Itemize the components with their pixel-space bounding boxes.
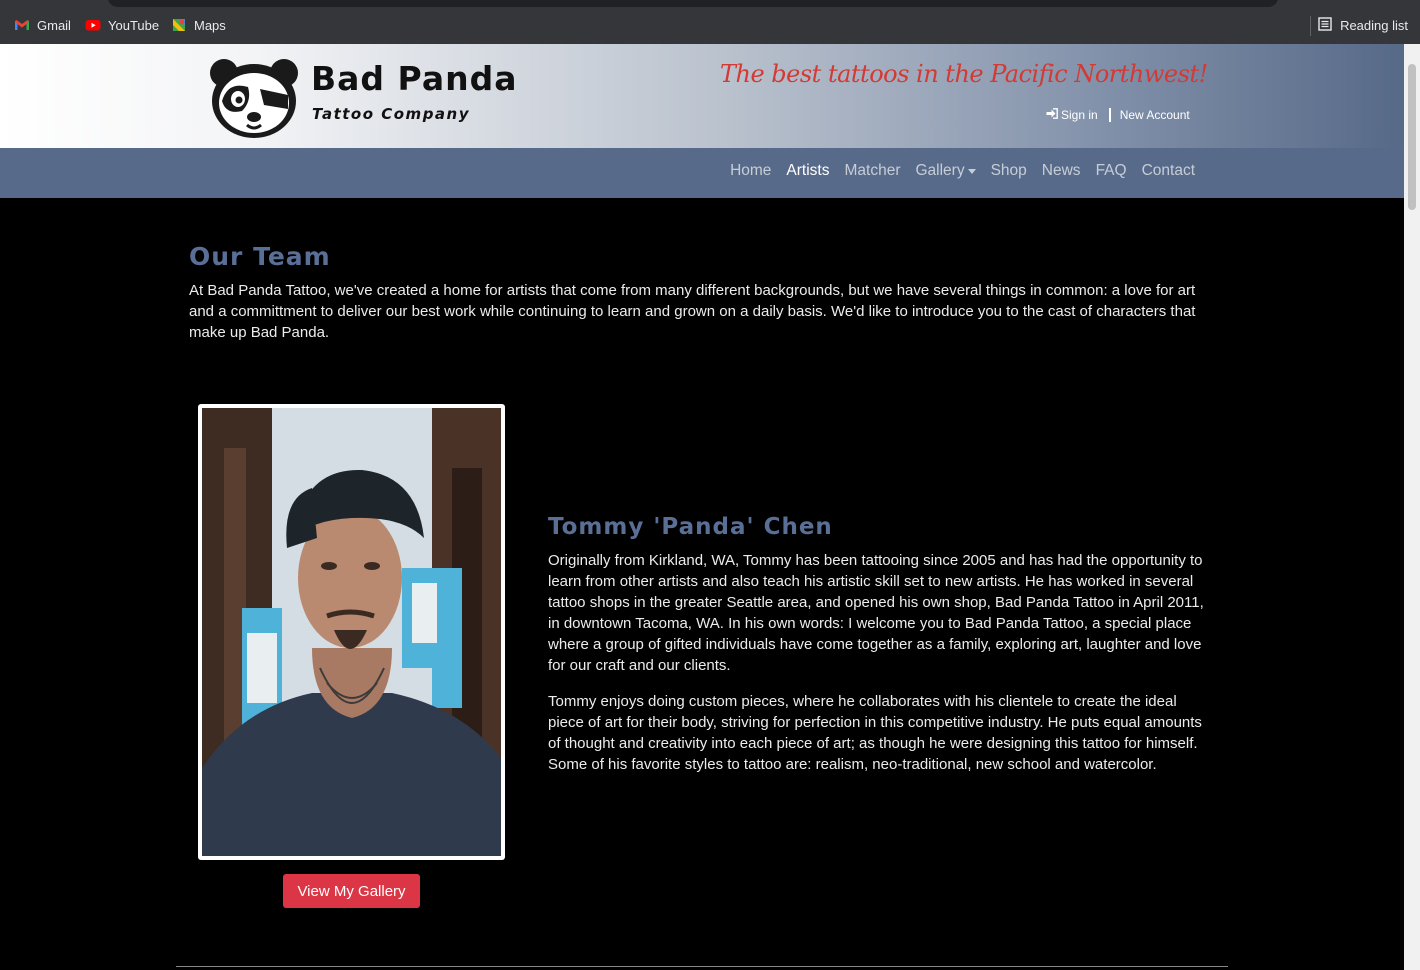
new-account-link[interactable]: New Account [1120,108,1190,122]
nav-menu: Home Artists Matcher Gallery Shop News F… [730,162,1195,180]
nav-artists[interactable]: Artists [786,162,829,180]
browser-tab-strip [0,0,1420,8]
maps-icon [171,17,187,33]
reading-list-button[interactable]: Reading list [1318,17,1408,34]
bookmark-youtube[interactable]: YouTube [85,17,159,33]
nav-news[interactable]: News [1042,162,1081,180]
bookmarks-bar: Gmail YouTube Maps Reading list [0,8,1420,44]
bookmarks-divider [1310,16,1311,36]
bookmark-label: Gmail [37,17,71,33]
page-title: Our Team [189,242,331,271]
account-links: Sign in New Account [1046,108,1190,122]
artist-name: Tommy 'Panda' Chen [548,514,833,540]
scrollbar-thumb[interactable] [1408,64,1416,210]
main-navbar: Home Artists Matcher Gallery Shop News F… [0,148,1404,198]
site-logo[interactable]: Bad Panda Tattoo Company [208,57,528,141]
sign-in-label: Sign in [1061,108,1098,122]
bookmark-maps[interactable]: Maps [171,17,226,33]
artist-bio-paragraph: Tommy enjoys doing custom pieces, where … [548,693,1202,773]
artist-bio-paragraph: Originally from Kirkland, WA, Tommy has … [548,552,1204,674]
bookmark-label: YouTube [108,17,160,33]
youtube-icon [85,17,101,33]
address-bar[interactable] [108,0,1278,7]
section-divider [176,966,1228,967]
sign-in-icon [1046,108,1058,122]
gmail-icon [14,17,30,33]
reading-list-label: Reading list [1340,18,1408,33]
nav-contact[interactable]: Contact [1142,162,1195,180]
brand-name: Bad Panda [311,59,518,98]
nav-shop[interactable]: Shop [991,162,1027,180]
account-divider [1108,108,1111,122]
sign-in-link[interactable]: Sign in [1046,108,1098,122]
nav-faq[interactable]: FAQ [1096,162,1127,180]
site-tagline: The best tattoos in the Pacific Northwes… [720,60,1208,88]
nav-home[interactable]: Home [730,162,771,180]
bookmark-label: Maps [194,17,226,33]
brand-subtitle: Tattoo Company [312,105,471,123]
bookmark-gmail[interactable]: Gmail [14,17,71,33]
view-gallery-button[interactable]: View My Gallery [283,874,420,908]
artist-photo [202,408,501,856]
caret-down-icon [967,168,976,174]
nav-matcher[interactable]: Matcher [844,162,900,180]
artist-photo-frame [198,404,505,860]
page-scrollbar[interactable] [1404,44,1420,970]
reading-list-icon [1318,17,1332,34]
page-viewport: Bad Panda Tattoo Company The best tattoo… [0,44,1404,970]
site-header: Bad Panda Tattoo Company The best tattoo… [0,44,1404,148]
nav-gallery-label: Gallery [915,162,965,179]
team-intro-text: At Bad Panda Tattoo, we've created a hom… [189,282,1196,341]
nav-gallery-dropdown[interactable]: Gallery [915,162,976,180]
